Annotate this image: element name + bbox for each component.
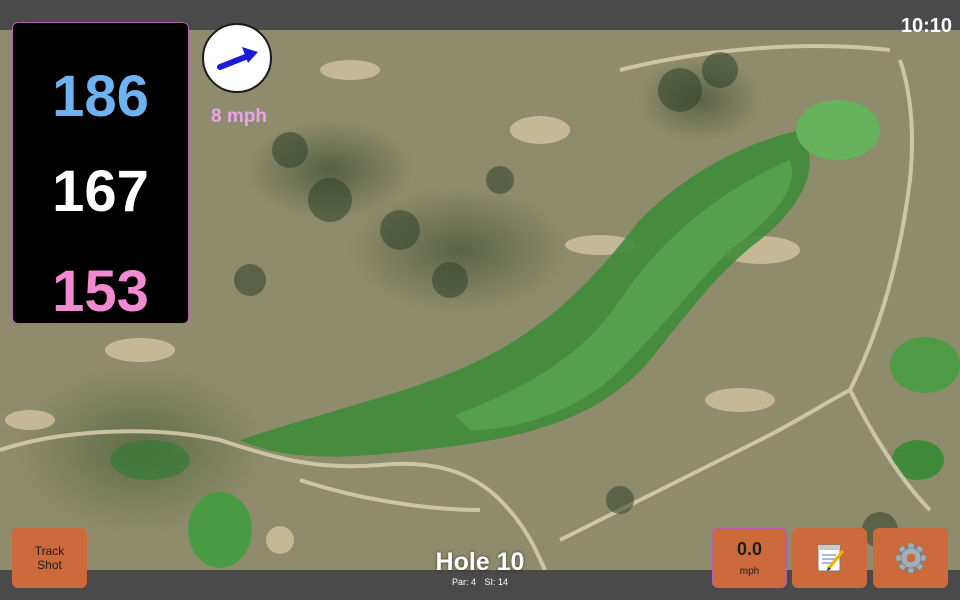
distance-back: 186	[52, 64, 149, 129]
wind-speed: 8 mph	[211, 106, 267, 127]
wind-arrow-icon	[217, 47, 258, 70]
green-main	[796, 100, 880, 160]
notepad-icon	[817, 544, 844, 572]
track-shot-label-line1: Track	[34, 544, 65, 558]
speed-button[interactable]: 0.0 mph	[712, 528, 787, 588]
distance-front: 153	[52, 259, 149, 324]
hole-stroke-index: SI: 14	[484, 577, 509, 587]
hole-details: Par: 4 SI: 14	[400, 577, 560, 587]
speed-unit: mph	[739, 566, 760, 577]
track-shot-label-line2: Shot	[37, 558, 62, 572]
hole-par: Par: 4	[451, 577, 476, 587]
distance-panel: 186 167 153	[12, 22, 189, 324]
settings-button[interactable]	[873, 528, 948, 588]
speed-value: 0.0	[736, 539, 763, 559]
track-shot-button[interactable]: Track Shot	[12, 528, 87, 588]
gear-icon	[895, 542, 926, 574]
status-time: 10:10	[900, 15, 952, 37]
wind-direction-indicator	[202, 23, 272, 93]
distance-middle: 167	[52, 159, 149, 224]
notes-button[interactable]	[792, 528, 867, 588]
hole-title: Hole 10	[435, 548, 525, 576]
